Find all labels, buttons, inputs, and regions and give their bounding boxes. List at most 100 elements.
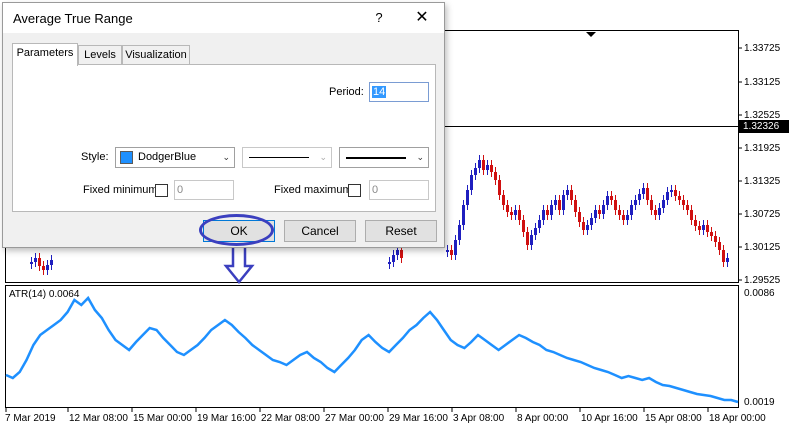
- candle-body: [458, 225, 461, 240]
- tab-levels[interactable]: Levels: [78, 45, 122, 65]
- time-label: 3 Apr 08:00: [453, 413, 505, 424]
- candle-body: [682, 200, 685, 205]
- candle-body: [566, 190, 569, 195]
- cancel-button[interactable]: Cancel: [284, 220, 356, 242]
- candle-body: [34, 258, 37, 262]
- candle-body: [554, 200, 557, 205]
- fixed-minimum-checkbox[interactable]: [155, 184, 168, 197]
- style-label: Style:: [81, 151, 109, 163]
- close-button[interactable]: ✕: [411, 8, 433, 28]
- candle-body: [474, 168, 477, 175]
- candle-body: [698, 226, 701, 230]
- dialog-titlebar[interactable]: Average True Range ? ✕: [3, 3, 444, 33]
- fixed-minimum-input[interactable]: 0: [174, 180, 234, 200]
- candle-body: [586, 225, 589, 230]
- candle-body: [494, 172, 497, 180]
- atr-properties-dialog: Average True Range ? ✕ Parameters Levels…: [2, 2, 445, 248]
- candle-body: [502, 195, 505, 205]
- candle-body: [718, 242, 721, 250]
- time-label: 8 Apr 00:00: [517, 413, 569, 424]
- reset-button[interactable]: Reset: [365, 220, 437, 242]
- time-label: 18 Apr 00:00: [709, 413, 766, 424]
- candle-body: [46, 265, 49, 270]
- candle-body: [558, 200, 561, 210]
- candle-body: [578, 212, 581, 222]
- candle-body: [574, 200, 577, 212]
- candle-body: [450, 250, 453, 255]
- atr-window-frame: [5, 285, 739, 408]
- candle-body: [522, 220, 525, 232]
- candle-body: [530, 235, 533, 245]
- candle-body: [726, 258, 729, 262]
- candle-body: [546, 210, 549, 215]
- period-label: Period:: [329, 86, 364, 98]
- candle-body: [630, 205, 633, 215]
- fixed-maximum-input[interactable]: 0: [369, 180, 429, 200]
- candle-body: [678, 196, 681, 200]
- candle-body: [470, 175, 473, 190]
- candle-body: [626, 215, 629, 220]
- candle-body: [598, 210, 601, 214]
- price-label: 1.31325: [744, 176, 781, 187]
- candle-body: [642, 188, 645, 194]
- candle-body: [714, 236, 717, 242]
- candle-body: [634, 200, 637, 205]
- candle-body: [506, 205, 509, 212]
- candle-body: [482, 160, 485, 170]
- candle-body: [638, 194, 641, 200]
- price-label: 1.33725: [744, 43, 781, 54]
- candle-body: [622, 215, 625, 220]
- candle-body: [50, 260, 53, 265]
- candle-body: [38, 258, 41, 266]
- candle-body: [42, 266, 45, 270]
- fixed-minimum-label: Fixed minimum: [83, 184, 158, 196]
- chevron-down-icon: ⌄: [222, 152, 230, 162]
- price-label: 1.29525: [744, 275, 781, 286]
- candle-body: [30, 262, 33, 264]
- fixed-maximum-label: Fixed maximum: [274, 184, 352, 196]
- candle-body: [594, 210, 597, 218]
- candle-body: [674, 190, 677, 196]
- candle-body: [618, 210, 621, 215]
- candle-body: [650, 200, 653, 210]
- color-name: DodgerBlue: [138, 151, 197, 163]
- candle-body: [462, 205, 465, 225]
- period-input[interactable]: 14: [369, 82, 429, 102]
- annotation-ellipse: [199, 214, 274, 246]
- help-button[interactable]: ?: [369, 8, 389, 28]
- fixed-maximum-checkbox[interactable]: [348, 184, 361, 197]
- candle-body: [454, 240, 457, 255]
- color-swatch: [120, 151, 133, 164]
- candle-body: [510, 212, 513, 215]
- atr-axis-max: 0.0086: [744, 288, 775, 299]
- line-style-select[interactable]: ⌄: [242, 147, 332, 168]
- candle-body: [602, 205, 605, 214]
- tab-visualization[interactable]: Visualization: [122, 45, 190, 65]
- time-label: 10 Apr 16:00: [581, 413, 638, 424]
- candle-body: [582, 222, 585, 230]
- candle-body: [514, 210, 517, 215]
- time-label: 15 Apr 08:00: [645, 413, 702, 424]
- candle-body: [486, 165, 489, 170]
- candle-body: [666, 192, 669, 200]
- time-label: 27 Mar 00:00: [325, 413, 384, 424]
- chevron-down-icon: ⌄: [416, 152, 424, 162]
- line-width-select[interactable]: ⌄: [339, 147, 429, 168]
- candle-body: [614, 200, 617, 210]
- candle-body: [388, 262, 391, 264]
- candle-body: [526, 232, 529, 245]
- candle-body: [562, 195, 565, 210]
- atr-title: ATR(14) 0.0064: [9, 289, 80, 300]
- candle-body: [466, 190, 469, 205]
- color-select[interactable]: DodgerBlue ⌄: [115, 147, 235, 168]
- price-label: 1.30125: [744, 242, 781, 253]
- price-label: 1.30725: [744, 209, 781, 220]
- candle-body: [706, 225, 709, 232]
- line-width-sample: [346, 157, 406, 159]
- candle-body: [490, 165, 493, 172]
- tab-parameters[interactable]: Parameters: [12, 43, 78, 66]
- candle-body: [534, 228, 537, 235]
- candle-body: [518, 210, 521, 220]
- time-label: 29 Mar 16:00: [389, 413, 448, 424]
- candle-body: [570, 190, 573, 200]
